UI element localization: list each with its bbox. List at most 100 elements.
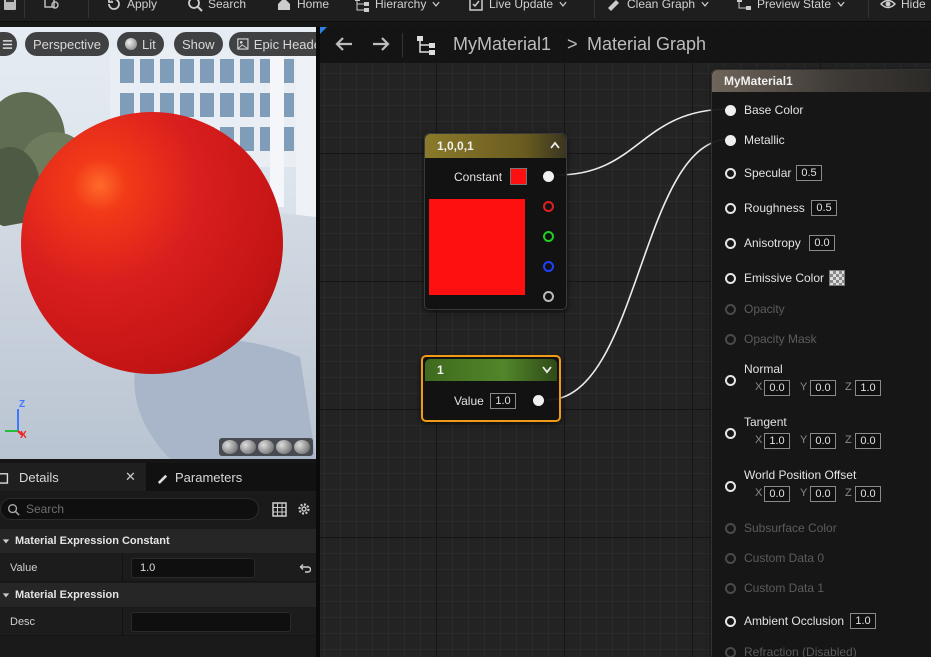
section-constant-label: Material Expression Constant	[15, 535, 170, 547]
wpo-x-input[interactable]: 0.0	[764, 486, 790, 502]
browse-button[interactable]	[44, 0, 60, 15]
toolbar: Apply Search Home Hierarchy Live Update …	[0, 0, 931, 22]
roughness-value: 0.5	[816, 202, 832, 214]
material-graph[interactable]: MyMaterial1 > Material Graph 1,0,0,1 Con…	[320, 27, 931, 657]
lit-icon	[125, 38, 137, 50]
home-button[interactable]: Home	[276, 0, 329, 15]
hierarchy-button[interactable]: Hierarchy	[354, 0, 441, 15]
constant3vector-header[interactable]: 1,0,0,1	[425, 134, 566, 158]
clean-graph-button[interactable]: Clean Graph	[606, 0, 710, 15]
details-panel: Details ✕ Parameters Search Material Exp…	[0, 463, 316, 657]
ambient-occlusion-input[interactable]: 1.0	[850, 613, 876, 629]
lit-button[interactable]: Lit	[117, 32, 164, 56]
table-view-icon[interactable]	[272, 502, 287, 517]
constant-header[interactable]: 1	[425, 359, 557, 381]
search-button[interactable]: Search	[187, 0, 246, 15]
reset-icon[interactable]	[299, 562, 311, 574]
normal-z-input[interactable]: 1.0	[855, 380, 881, 396]
chevron-up-icon[interactable]	[550, 141, 560, 149]
constant-value-output-pin[interactable]	[533, 395, 544, 406]
emissive-color-pin[interactable]	[725, 273, 736, 284]
metallic-pin[interactable]	[725, 135, 736, 146]
tangent-pin[interactable]	[725, 428, 736, 439]
constant-output-pin[interactable]	[543, 171, 554, 182]
emissive-color-swatch[interactable]	[829, 270, 845, 286]
chevron-down-icon	[2, 593, 10, 598]
value-input[interactable]: 1.0	[131, 558, 255, 578]
tangent-y-label: Y	[800, 434, 808, 446]
anisotropy-pin[interactable]	[725, 238, 736, 249]
details-search-input[interactable]: Search	[0, 498, 259, 520]
wpo-y-input[interactable]: 0.0	[810, 486, 836, 502]
constant3vector-node[interactable]: 1,0,0,1 Constant	[424, 133, 567, 310]
red-output-pin[interactable]	[543, 201, 554, 212]
roughness-pin[interactable]	[725, 203, 736, 214]
anisotropy-input[interactable]: 0.0	[809, 235, 835, 251]
normal-z-value: 1.0	[860, 382, 876, 394]
cylinder-icon[interactable]	[222, 440, 238, 454]
refraction-label: Refraction (Disabled)	[744, 645, 857, 657]
section-material-expression[interactable]: Material Expression	[0, 583, 316, 607]
green-output-pin[interactable]	[543, 231, 554, 242]
apply-label: Apply	[127, 0, 158, 11]
roughness-input[interactable]: 0.5	[811, 200, 837, 216]
blue-output-pin[interactable]	[543, 261, 554, 272]
material-result-node[interactable]: MyMaterial1 Base Color Metallic Specular…	[711, 69, 931, 657]
gear-icon[interactable]	[296, 501, 312, 517]
wire-value-to-metallic	[546, 138, 731, 401]
ambient-occlusion-label: Ambient Occlusion	[744, 614, 845, 628]
tangent-z-input[interactable]: 0.0	[855, 433, 881, 449]
search-label: Search	[208, 0, 247, 11]
normal-y-label: Y	[800, 381, 808, 393]
specular-pin[interactable]	[725, 168, 736, 179]
normal-x-input[interactable]: 0.0	[764, 380, 790, 396]
result-header[interactable]: MyMaterial1	[712, 70, 931, 92]
constant-node[interactable]: 1 Value 1.0	[421, 355, 561, 422]
value-label: Value	[10, 561, 38, 574]
show-button[interactable]: Show	[174, 32, 223, 56]
plane-icon[interactable]	[258, 440, 274, 454]
constant-value-input[interactable]: 1.0	[490, 393, 516, 409]
tangent-y-input[interactable]: 0.0	[810, 433, 836, 449]
normal-y-input[interactable]: 0.0	[810, 380, 836, 396]
wpo-z-label: Z	[845, 487, 852, 499]
mesh-icon[interactable]	[294, 440, 310, 454]
tangent-x-input[interactable]: 1.0	[764, 433, 790, 449]
custom-data-0-pin	[725, 553, 736, 564]
sphere-icon[interactable]	[240, 440, 256, 454]
specular-input[interactable]: 0.5	[796, 165, 822, 181]
preview-state-button[interactable]: Preview State	[736, 0, 846, 15]
constant-color-swatch[interactable]	[510, 168, 527, 185]
wpo-z-value: 0.0	[860, 488, 876, 500]
metallic-label: Metallic	[744, 133, 785, 147]
tab-details[interactable]: Details ✕	[0, 463, 146, 491]
chevron-down-icon[interactable]	[542, 366, 552, 374]
chevron-down-icon	[2, 539, 10, 544]
alpha-output-pin[interactable]	[543, 291, 554, 302]
browse-icon	[44, 0, 59, 9]
base-color-pin[interactable]	[725, 105, 736, 116]
epic-header-button[interactable]: Epic Heade	[229, 32, 316, 56]
tab-parameters[interactable]: Parameters	[156, 463, 316, 491]
opacity-pin	[725, 304, 736, 315]
live-update-button[interactable]: Live Update	[468, 0, 568, 15]
axis-x-label: X	[20, 430, 27, 441]
close-icon[interactable]: ✕	[125, 469, 136, 485]
apply-icon	[108, 0, 120, 10]
ambient-occlusion-pin[interactable]	[725, 616, 736, 627]
section-material-expression-constant[interactable]: Material Expression Constant	[0, 529, 316, 553]
perspective-button[interactable]: Perspective	[25, 32, 109, 56]
wpo-z-input[interactable]: 0.0	[855, 486, 881, 502]
apply-button[interactable]: Apply	[106, 0, 157, 15]
world-position-offset-pin[interactable]	[725, 481, 736, 492]
normal-pin[interactable]	[725, 375, 736, 386]
specular-label: Specular	[744, 166, 792, 180]
hide-button[interactable]: Hide	[880, 0, 926, 15]
desc-label: Desc	[10, 615, 36, 628]
constant-output-label: Constant	[454, 170, 503, 184]
desc-input[interactable]	[131, 612, 291, 632]
opacity-mask-pin	[725, 334, 736, 345]
preview-viewport[interactable]: Z X Perspective Lit Show Epic Heade	[0, 27, 316, 459]
cube-icon[interactable]	[276, 440, 292, 454]
save-button[interactable]	[2, 0, 18, 15]
